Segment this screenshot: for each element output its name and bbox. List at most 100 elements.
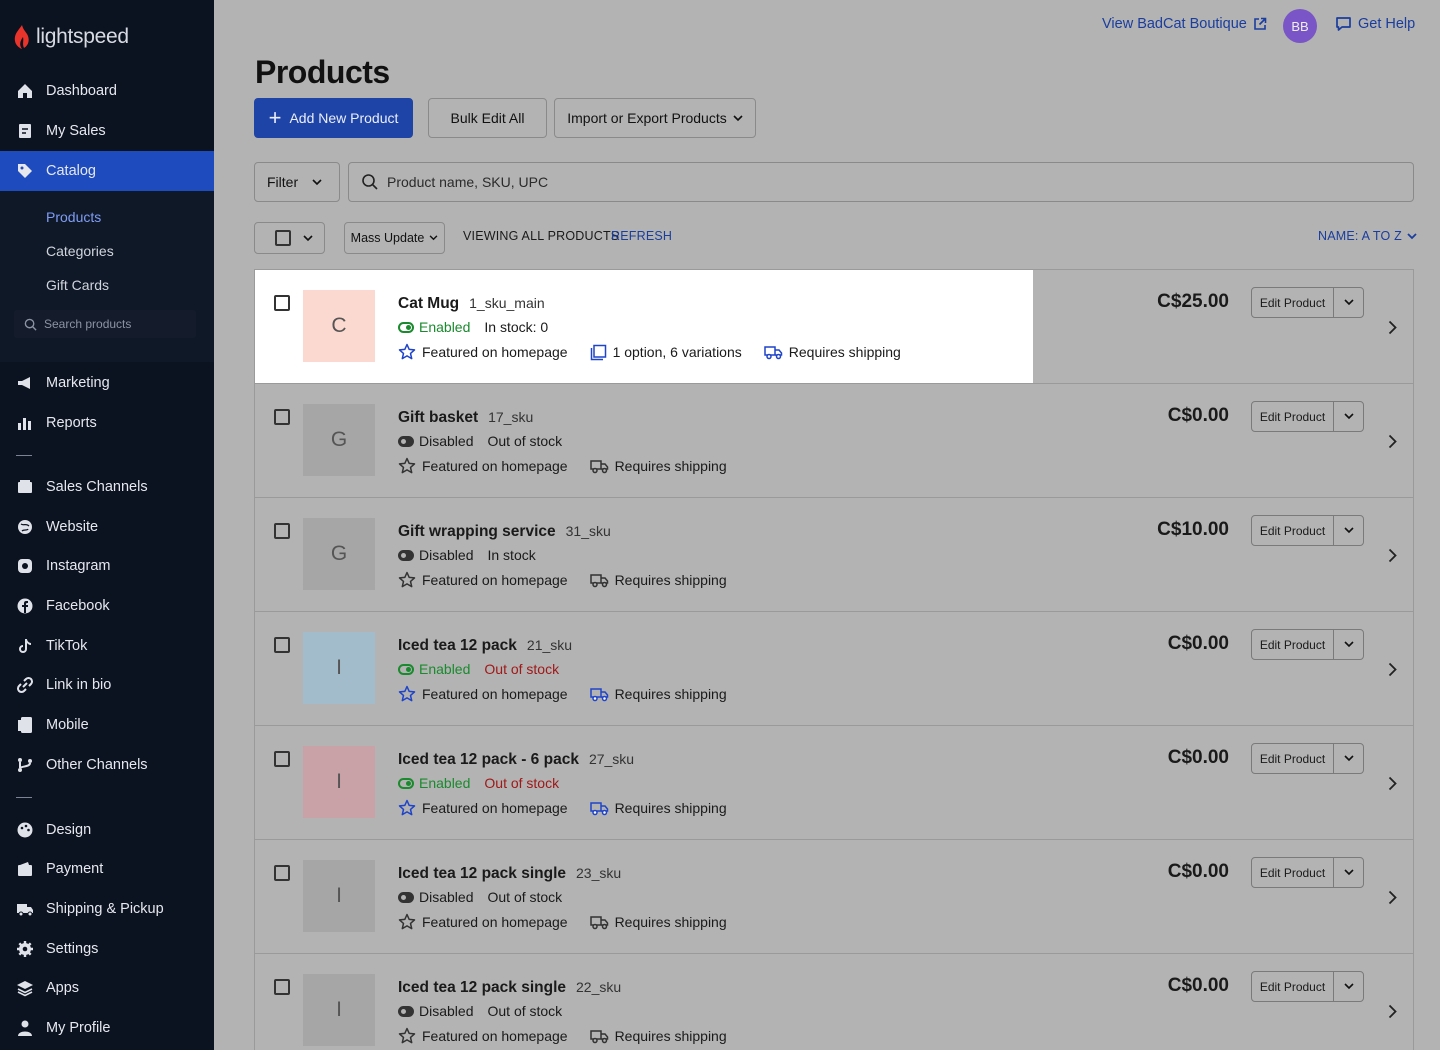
view-store-link[interactable]: View BadCat Boutique [1102, 16, 1267, 32]
edit-product-button[interactable]: Edit Product [1252, 972, 1334, 1001]
sidebar-item-reports[interactable]: Reports [0, 403, 214, 443]
shipping-toggle[interactable]: Requires shipping [589, 914, 727, 930]
product-thumbnail[interactable]: C [303, 290, 375, 362]
toggle-icon[interactable] [398, 1005, 414, 1017]
submenu-products[interactable]: Products [46, 209, 101, 225]
edit-options-dropdown[interactable] [1334, 402, 1363, 431]
product-thumbnail[interactable]: I [303, 746, 375, 818]
bulk-edit-button[interactable]: Bulk Edit All [428, 98, 547, 138]
edit-product-button[interactable]: Edit Product [1252, 516, 1334, 545]
toggle-icon[interactable] [398, 891, 414, 903]
product-row[interactable]: I Iced tea 12 pack - 6 pack 27_sku Enabled O… [254, 725, 1414, 839]
chevron-right-icon[interactable] [1388, 548, 1397, 563]
featured-toggle[interactable]: Featured on homepage [398, 1027, 568, 1045]
edit-product-button[interactable]: Edit Product [1252, 744, 1334, 773]
product-name-line[interactable]: Iced tea 12 pack single 22_sku [398, 979, 621, 997]
product-name[interactable]: Iced tea 12 pack single [398, 979, 566, 996]
add-new-product-button[interactable]: + Add New Product [254, 98, 413, 138]
row-checkbox[interactable] [274, 295, 290, 311]
product-name-line[interactable]: Gift basket 17_sku [398, 409, 533, 427]
product-name-line[interactable]: Iced tea 12 pack - 6 pack 27_sku [398, 751, 634, 769]
row-checkbox[interactable] [274, 979, 290, 995]
toggle-icon[interactable] [398, 777, 414, 789]
submenu-gift-cards[interactable]: Gift Cards [46, 277, 109, 293]
featured-toggle[interactable]: Featured on homepage [398, 685, 568, 703]
edit-options-dropdown[interactable] [1334, 744, 1363, 773]
sidebar-item-my-profile[interactable]: My Profile [0, 1008, 214, 1048]
product-thumbnail[interactable]: I [303, 632, 375, 704]
product-thumbnail[interactable]: I [303, 860, 375, 932]
product-name-line[interactable]: Iced tea 12 pack 21_sku [398, 637, 572, 655]
shipping-toggle[interactable]: Requires shipping [589, 572, 727, 588]
featured-toggle[interactable]: Featured on homepage [398, 913, 568, 931]
edit-product-button[interactable]: Edit Product [1252, 858, 1334, 887]
product-name[interactable]: Iced tea 12 pack [398, 637, 517, 654]
product-name[interactable]: Cat Mug [398, 295, 459, 312]
sidebar-item-website[interactable]: Website [0, 507, 214, 547]
row-checkbox[interactable] [274, 751, 290, 767]
product-row[interactable]: I Iced tea 12 pack 21_sku Enabled Out of sto… [254, 611, 1414, 725]
row-checkbox[interactable] [274, 409, 290, 425]
product-row[interactable]: G Gift basket 17_sku Disabled Out of stock Fe… [254, 383, 1414, 497]
sort-dropdown[interactable]: NAME: A TO Z [1318, 229, 1417, 243]
edit-options-dropdown[interactable] [1334, 516, 1363, 545]
chevron-right-icon[interactable] [1388, 1004, 1397, 1019]
lightspeed-logo[interactable]: lightspeed [12, 24, 129, 50]
product-row[interactable]: I Iced tea 12 pack single 23_sku Disabled Ou… [254, 839, 1414, 953]
product-row[interactable]: I Iced tea 12 pack single 22_sku Disabled Ou… [254, 953, 1414, 1050]
refresh-link[interactable]: REFRESH [611, 229, 672, 243]
edit-options-dropdown[interactable] [1334, 858, 1363, 887]
sidebar-item-apps[interactable]: Apps [0, 968, 214, 1008]
edit-product-button[interactable]: Edit Product [1252, 402, 1334, 431]
toggle-icon[interactable] [398, 663, 414, 675]
chevron-right-icon[interactable] [1388, 662, 1397, 677]
edit-product-button[interactable]: Edit Product [1252, 630, 1334, 659]
featured-toggle[interactable]: Featured on homepage [398, 343, 568, 361]
chevron-right-icon[interactable] [1388, 890, 1397, 905]
product-name[interactable]: Gift wrapping service [398, 523, 556, 540]
sidebar-item-shipping-pickup[interactable]: Shipping & Pickup [0, 889, 214, 929]
toggle-icon[interactable] [398, 549, 414, 561]
toggle-icon[interactable] [398, 321, 414, 333]
chevron-right-icon[interactable] [1388, 434, 1397, 449]
edit-options-dropdown[interactable] [1334, 972, 1363, 1001]
row-checkbox[interactable] [274, 523, 290, 539]
select-all-checkbox[interactable] [275, 230, 291, 246]
sidebar-item-settings[interactable]: Settings [0, 929, 214, 969]
sidebar-item-catalog[interactable]: Catalog [0, 151, 214, 191]
edit-product-button[interactable]: Edit Product [1252, 288, 1334, 317]
product-name-line[interactable]: Cat Mug 1_sku_main [398, 295, 545, 313]
shipping-toggle[interactable]: Requires shipping [589, 800, 727, 816]
sidebar-item-sales-channels[interactable]: Sales Channels [0, 467, 214, 507]
get-help-link[interactable]: Get Help [1335, 16, 1415, 32]
product-name-line[interactable]: Gift wrapping service 31_sku [398, 523, 611, 541]
sidebar-item-design[interactable]: Design [0, 810, 214, 850]
sidebar-search[interactable]: Search products [14, 310, 196, 338]
sidebar-item-mobile[interactable]: Mobile [0, 705, 214, 745]
shipping-toggle[interactable]: Requires shipping [764, 344, 901, 360]
sidebar-item-link-in-bio[interactable]: Link in bio [0, 665, 214, 705]
filter-dropdown[interactable]: Filter [254, 162, 340, 202]
product-row[interactable]: G Gift wrapping service 31_sku Disabled In s… [254, 497, 1414, 611]
sidebar-item-my-sales[interactable]: My Sales [0, 111, 214, 151]
edit-options-dropdown[interactable] [1334, 288, 1363, 317]
featured-toggle[interactable]: Featured on homepage [398, 799, 568, 817]
product-name[interactable]: Gift basket [398, 409, 478, 426]
sidebar-item-payment[interactable]: Payment [0, 849, 214, 889]
select-all-dropdown[interactable] [254, 222, 325, 254]
product-thumbnail[interactable]: I [303, 974, 375, 1046]
sidebar-item-marketing[interactable]: Marketing [0, 363, 214, 403]
variations-link[interactable]: 1 option, 6 variations [590, 344, 742, 361]
sidebar-item-instagram[interactable]: Instagram [0, 546, 214, 586]
chevron-right-icon[interactable] [1388, 320, 1397, 335]
chevron-right-icon[interactable] [1388, 776, 1397, 791]
shipping-toggle[interactable]: Requires shipping [589, 686, 727, 702]
sidebar-item-facebook[interactable]: Facebook [0, 586, 214, 626]
product-thumbnail[interactable]: G [303, 404, 375, 476]
submenu-categories[interactable]: Categories [46, 243, 114, 259]
sidebar-item-other-channels[interactable]: Other Channels [0, 745, 214, 785]
product-search-input[interactable]: Product name, SKU, UPC [348, 162, 1414, 202]
row-checkbox[interactable] [274, 865, 290, 881]
shipping-toggle[interactable]: Requires shipping [589, 458, 727, 474]
product-thumbnail[interactable]: G [303, 518, 375, 590]
